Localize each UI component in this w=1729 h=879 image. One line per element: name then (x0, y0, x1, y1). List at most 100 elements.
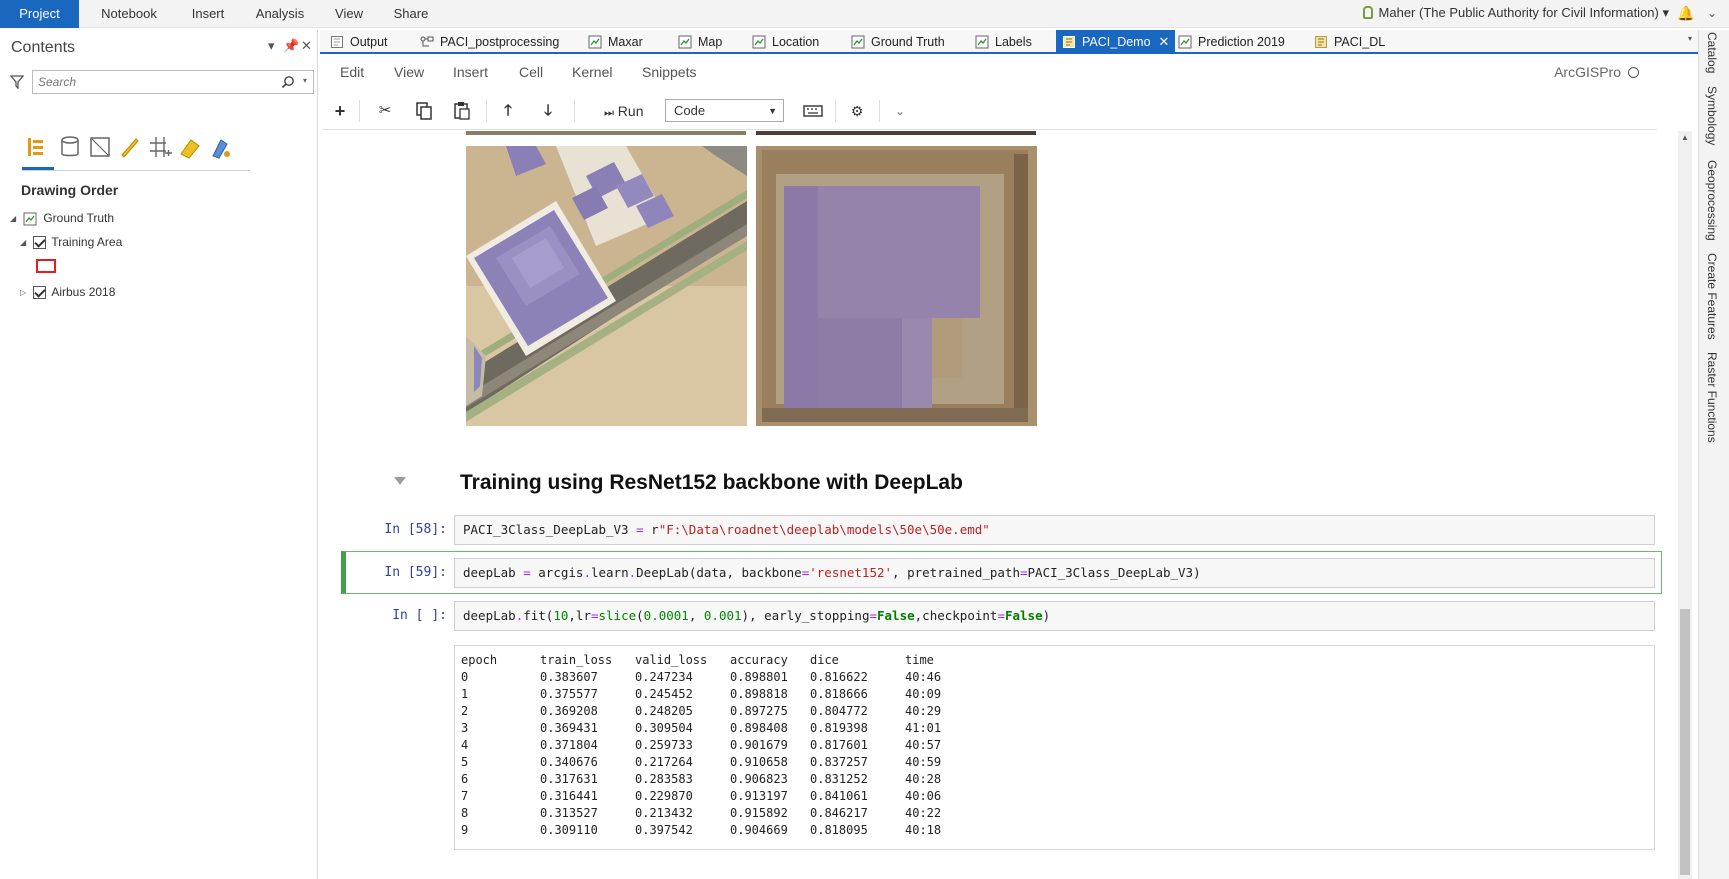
cut-icon[interactable]: ✂ (372, 98, 398, 124)
layer-visibility-checkbox[interactable] (33, 286, 47, 300)
column-header: train_loss (540, 653, 613, 667)
tree-item-training-area[interactable]: ◢ Training Area (20, 233, 122, 251)
keyboard-icon[interactable] (800, 98, 826, 124)
run-button[interactable]: ⏭ Run (604, 98, 643, 124)
ribbon-tab-share[interactable]: Share (383, 0, 439, 28)
tab-paci-dl[interactable]: PACI_DL (1314, 30, 1385, 54)
user-account[interactable]: Maher (The Public Authority for Civil In… (1362, 0, 1669, 28)
table-cell: 40:28 (905, 772, 942, 786)
tab-prediction-2019[interactable]: Prediction 2019 (1178, 30, 1285, 54)
contents-title: Contents (11, 39, 76, 56)
menu-snippets[interactable]: Snippets (642, 64, 696, 80)
ribbon-tab-view[interactable]: View (325, 0, 373, 28)
tab-output[interactable]: Output (330, 30, 388, 54)
move-up-icon[interactable]: 🡑 (495, 98, 521, 124)
code-token: 'resnet152' (809, 565, 893, 580)
search-input[interactable] (33, 71, 273, 93)
table-cell: 0.369208 (540, 704, 598, 718)
search-icon[interactable] (281, 75, 295, 89)
ribbon-tab-analysis[interactable]: Analysis (246, 0, 314, 28)
menu-cell[interactable]: Cell (519, 64, 543, 80)
filter-icon[interactable] (10, 75, 24, 89)
snapping-icon[interactable] (147, 134, 173, 160)
pane-options-icon[interactable]: ▾ (268, 38, 275, 54)
chevron-down-icon[interactable]: ▾ (303, 76, 307, 85)
tree-item-label: Training Area (51, 235, 123, 249)
labeling-icon[interactable] (177, 134, 203, 160)
table-cell: 0.904669 (730, 823, 788, 837)
move-down-icon[interactable]: 🡓 (535, 98, 561, 124)
drawing-order-icon[interactable] (24, 134, 50, 160)
table-cell: 0.309504 (635, 721, 693, 735)
tab-labels[interactable]: Labels (975, 30, 1032, 54)
collapse-arrow-icon[interactable]: ◢ (20, 234, 30, 252)
column-header: epoch (461, 653, 498, 667)
code-token: = (869, 608, 877, 623)
code-token: False (1004, 608, 1043, 623)
tab-maxar[interactable]: Maxar (588, 30, 643, 54)
ribbon-tab-notebook[interactable]: Notebook (89, 0, 169, 28)
code-token: False (877, 608, 915, 623)
tab-paci-demo[interactable]: PACI_Demo ✕ (1056, 30, 1176, 54)
map-icon (588, 35, 602, 49)
side-tab-geoprocessing[interactable]: Geoprocessing (1705, 160, 1719, 241)
tab-overflow-icon[interactable]: ▾ (1688, 34, 1692, 43)
copy-icon[interactable] (411, 98, 437, 124)
collapse-arrow-icon[interactable]: ◢ (10, 210, 20, 228)
table-cell: 40:18 (905, 823, 942, 837)
side-tab-symbology[interactable]: Symbology (1705, 86, 1719, 145)
add-cell-icon[interactable]: + (327, 98, 353, 124)
tab-location[interactable]: Location (752, 30, 819, 54)
settings-gears-icon[interactable]: ⚙ (844, 98, 870, 124)
side-tab-catalog[interactable]: Catalog (1705, 32, 1719, 73)
symbology-brush-icon[interactable] (207, 134, 233, 160)
menu-view[interactable]: View (394, 64, 424, 80)
pin-icon[interactable]: 📌 (283, 38, 299, 54)
side-tab-raster-functions[interactable]: Raster Functions (1705, 352, 1719, 443)
notebook-scrollbar[interactable]: ▲ (1678, 131, 1692, 879)
tab-label: Location (772, 35, 820, 49)
expand-arrow-icon[interactable]: ▷ (20, 284, 30, 302)
code-cell-input[interactable]: PACI_3Class_DeepLab_V3 = r"F:\Data\roadn… (454, 515, 1655, 545)
editing-pencil-icon[interactable] (117, 134, 143, 160)
scroll-up-icon[interactable]: ▲ (1678, 133, 1692, 145)
code-cell-input[interactable]: deepLab = arcgis.learn.DeepLab(data, bac… (454, 558, 1655, 588)
drawing-order-heading: Drawing Order (21, 182, 119, 198)
table-cell: 9 (461, 823, 469, 837)
table-cell: 0.831252 (810, 772, 868, 786)
tree-item-ground-truth[interactable]: ◢ Ground Truth (10, 209, 114, 227)
tab-ground-truth[interactable]: Ground Truth (851, 30, 945, 54)
chevron-double-down-icon[interactable]: ⌄ (887, 98, 913, 124)
divider (879, 100, 880, 122)
column-header: accuracy (730, 653, 788, 667)
table-row: 7 0.316441 0.229870 0.913197 0.841061 40:06 (461, 788, 965, 805)
code-token: DeepLab(data, backbone (636, 565, 802, 580)
scroll-thumb[interactable] (1680, 609, 1690, 875)
table-cell: 0.317631 (540, 772, 598, 786)
menu-kernel[interactable]: Kernel (572, 64, 612, 80)
menu-insert[interactable]: Insert (453, 64, 488, 80)
collapse-section-icon[interactable] (393, 475, 407, 487)
side-tab-create-features[interactable]: Create Features (1705, 253, 1719, 340)
tree-item-airbus-2018[interactable]: ▷ Airbus 2018 (20, 283, 115, 301)
ribbon-tab-insert[interactable]: Insert (180, 0, 236, 28)
table-cell: 5 (461, 755, 469, 769)
close-icon[interactable]: ✕ (301, 38, 312, 54)
cell-type-select[interactable]: Code ▼ (665, 99, 784, 122)
ribbon-tab-project[interactable]: Project (0, 0, 79, 28)
table-cell: 0.846217 (810, 806, 868, 820)
data-source-icon[interactable] (57, 134, 83, 160)
selection-icon[interactable] (87, 134, 113, 160)
tab-map[interactable]: Map (678, 30, 722, 54)
notification-bell-icon[interactable]: 🔔 (1677, 4, 1695, 22)
tab-paci-postprocessing[interactable]: PACI_postprocessing (420, 30, 559, 54)
table-cell: 0.383607 (540, 670, 598, 684)
paste-icon[interactable] (449, 98, 475, 124)
code-cell-input[interactable]: deepLab.fit(10,lr=slice(0.0001, 0.001), … (454, 601, 1655, 631)
chevron-down-icon[interactable]: ⌄ (1703, 4, 1721, 22)
symbol-swatch[interactable] (36, 259, 56, 273)
layer-visibility-checkbox[interactable] (33, 236, 47, 250)
training-metrics-table: epoch train_loss valid_loss accuracy dic… (461, 652, 965, 839)
close-icon[interactable]: ✕ (1159, 34, 1170, 49)
menu-edit[interactable]: Edit (340, 64, 364, 80)
